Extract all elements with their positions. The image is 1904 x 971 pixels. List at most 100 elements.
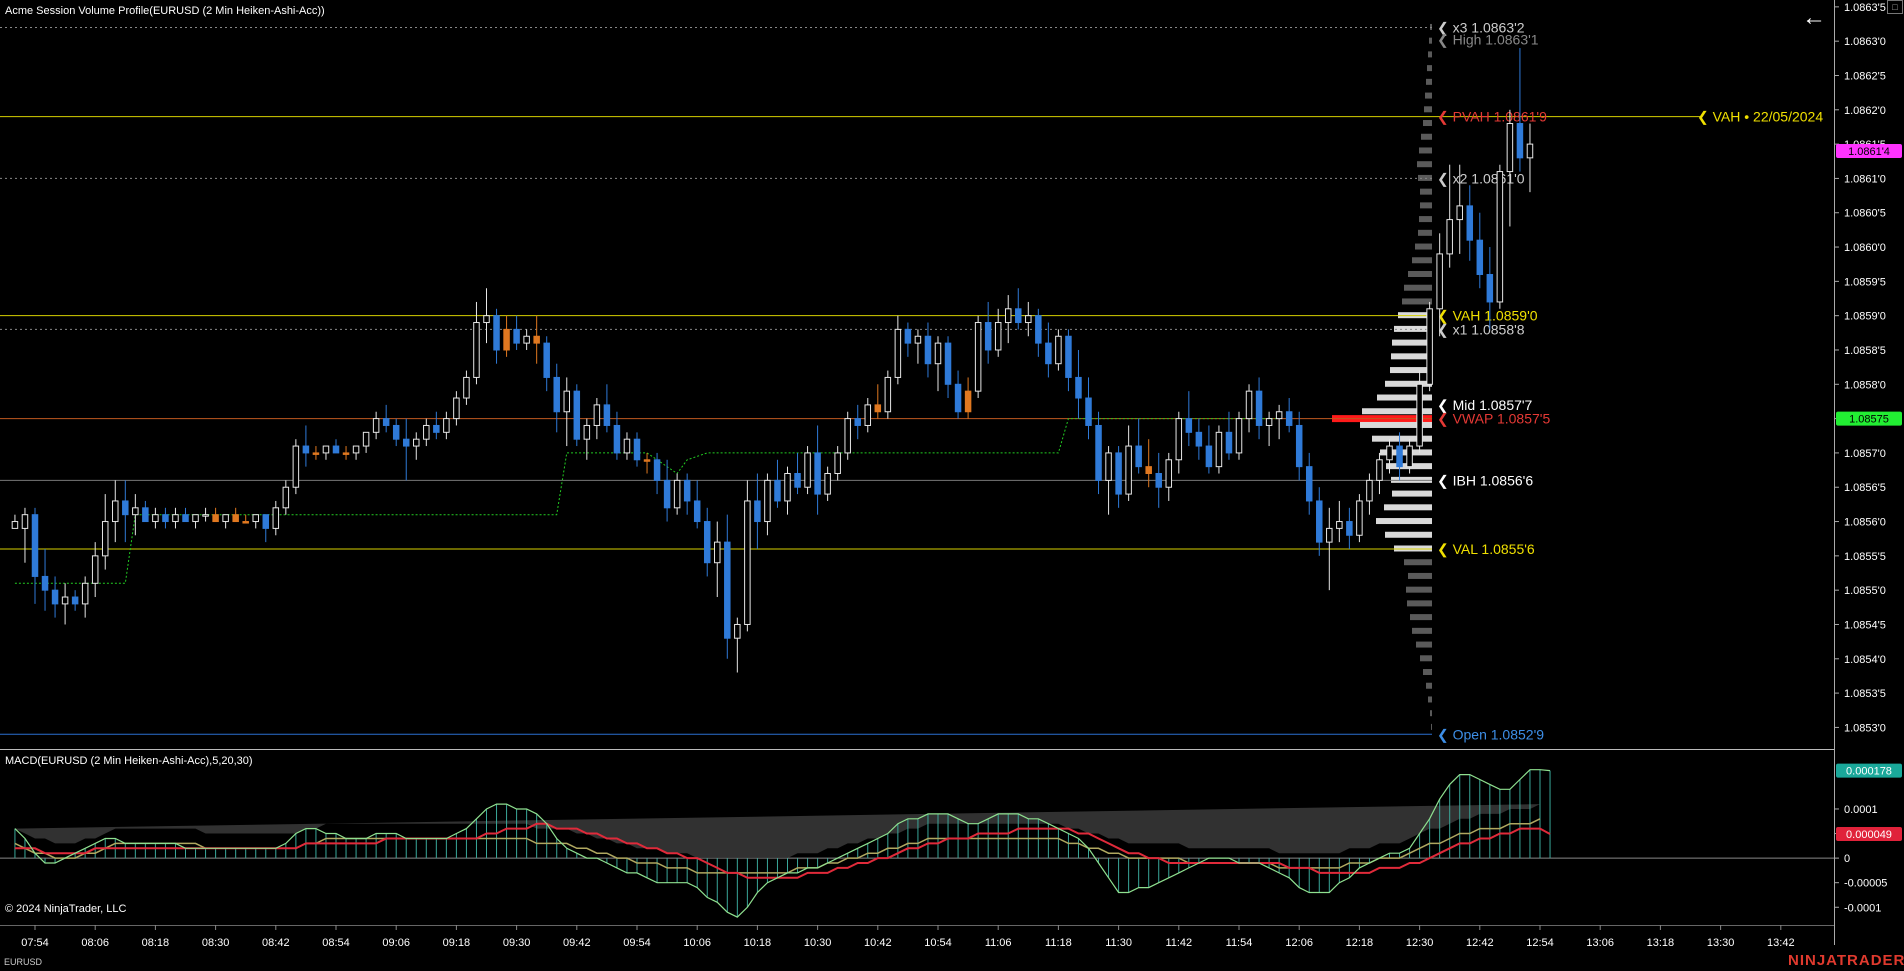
price-axis-label: 1.0858'5 (1844, 345, 1886, 357)
candle-body (41, 575, 49, 591)
candle-body (242, 521, 249, 524)
price-axis-label: 1.0863'0 (1844, 36, 1886, 48)
candle-body (583, 424, 591, 440)
candle-body (844, 418, 851, 454)
candle-body (643, 459, 651, 462)
candle-body (312, 452, 320, 455)
candle-body (382, 418, 390, 426)
candle-body (633, 438, 641, 461)
macd-panel-title: MACD(EURUSD (2 Min Heiken-Ashi-Acc),5,20… (5, 755, 253, 767)
time-axis-label: 08:42 (262, 937, 290, 949)
volume-profile-bar (1384, 504, 1432, 511)
macd-axis-label: 0 (1844, 853, 1850, 865)
candle-body (272, 507, 280, 529)
time-axis-label: 10:30 (804, 937, 832, 949)
candle-body (1456, 205, 1463, 221)
maximize-icon[interactable]: □ (1887, 0, 1903, 14)
price-axis-label: 1.0860'0 (1844, 242, 1886, 254)
volume-profile-bar (1415, 243, 1432, 250)
candle-body (212, 514, 219, 523)
volume-profile-bar (1376, 518, 1432, 525)
candle-body (493, 315, 500, 351)
candle-body (1406, 445, 1413, 468)
volume-profile-bar (1428, 696, 1432, 703)
price-axis-label: 1.0862'0 (1844, 105, 1886, 117)
candle-body (623, 438, 631, 454)
time-axis-label: 09:18 (443, 937, 471, 949)
candle-body (463, 376, 470, 399)
candle-body (573, 390, 581, 440)
candle-body (994, 322, 1002, 351)
candle-body (192, 514, 199, 523)
volume-profile-bar (1417, 161, 1432, 168)
candle-body (1265, 418, 1273, 426)
chart-canvas[interactable]: 1.0863'51.0863'01.0862'51.0862'01.0861'5… (0, 0, 1904, 971)
brand-logo: NINJATRADER (1788, 952, 1904, 969)
candle-body (954, 383, 962, 413)
candle-body (653, 459, 661, 481)
volume-profile-bar (1420, 655, 1432, 662)
volume-profile-bar (1426, 78, 1432, 85)
candle-body (152, 514, 159, 523)
candle-body (543, 342, 550, 378)
candle-body (563, 390, 571, 413)
candle-body (162, 514, 169, 523)
candle-body (603, 404, 611, 426)
volume-profile-bar (1392, 339, 1432, 346)
price-axis-label: 1.0859'5 (1844, 276, 1886, 288)
candle-body (774, 479, 781, 502)
volume-profile-bar (1390, 367, 1432, 374)
price-axis-label: 1.0853'0 (1844, 722, 1886, 734)
volume-profile-bar (1408, 572, 1432, 579)
candle-body (794, 473, 801, 488)
candle-body (814, 452, 821, 495)
candle-body (1426, 308, 1433, 385)
candle-body (413, 438, 420, 447)
candle-body (252, 514, 259, 523)
candle-body (1436, 253, 1443, 310)
candle-body (1195, 431, 1203, 447)
candle-body (804, 452, 811, 488)
volume-profile-bar (1385, 531, 1432, 538)
candle-body (322, 445, 330, 454)
candle-body (1346, 521, 1353, 536)
candle-body (683, 479, 691, 502)
time-axis-label: 12:18 (1346, 937, 1374, 949)
candle-body (1506, 123, 1514, 173)
candle-body (1045, 342, 1052, 365)
time-axis-label: 12:42 (1466, 937, 1494, 949)
macd-badge-label: 0.000178 (1846, 766, 1892, 778)
candle-body (372, 418, 380, 433)
candle-body (81, 582, 89, 605)
candle-body (1466, 205, 1474, 241)
candle-body (392, 424, 400, 440)
candle-body (172, 514, 179, 523)
candle-body (433, 424, 440, 433)
candle-body (1165, 459, 1173, 488)
level-label-high: ❮ High 1.0863'1 (1437, 31, 1539, 48)
volume-profile-bar (1406, 586, 1432, 593)
back-arrow-icon[interactable]: ← (1802, 6, 1826, 30)
volume-profile-bar (1420, 202, 1432, 209)
candle-body (874, 404, 882, 413)
volume-profile-bar (1428, 51, 1432, 58)
candle-body (1255, 390, 1263, 426)
candle-body (1205, 445, 1213, 468)
price-axis-label: 1.0854'0 (1844, 654, 1886, 666)
volume-profile-bar (1412, 257, 1432, 264)
candle-body (11, 521, 19, 529)
candle-body (1285, 411, 1293, 426)
candle-body (513, 328, 520, 344)
price-axis-label: 1.0860'5 (1844, 208, 1886, 220)
time-axis-label: 13:18 (1647, 937, 1675, 949)
volume-profile-bar (1426, 682, 1432, 689)
candle-body (1336, 521, 1343, 529)
volume-profile-bar (1430, 710, 1432, 717)
candle-body (101, 521, 109, 557)
candle-body (1366, 479, 1373, 502)
candle-body (1316, 500, 1323, 543)
candle-body (503, 328, 510, 351)
time-axis-label: 12:06 (1285, 937, 1313, 949)
candle-body (714, 541, 721, 564)
candle-body (362, 431, 370, 447)
